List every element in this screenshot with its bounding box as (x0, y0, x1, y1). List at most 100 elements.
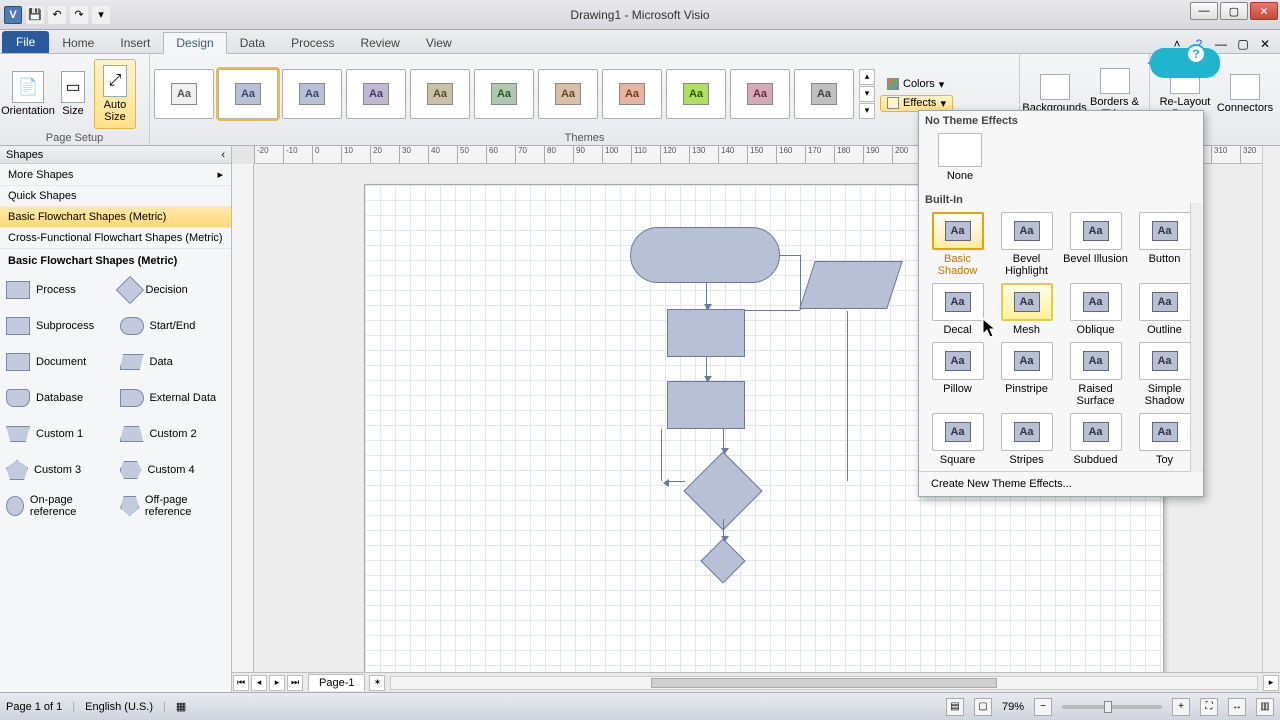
tab-review[interactable]: Review (347, 31, 412, 53)
minimize-button[interactable]: — (1190, 2, 1218, 20)
mdi-close-icon[interactable]: ✕ (1256, 35, 1274, 53)
theme-swatch-10[interactable]: Aa (794, 69, 854, 119)
redo-icon[interactable]: ↷ (70, 6, 88, 24)
shape-process[interactable]: Process (6, 273, 112, 307)
zoom-value[interactable]: 79% (1002, 701, 1024, 713)
fit-width-icon[interactable]: ↔ (1228, 698, 1246, 716)
connector-6a[interactable] (847, 311, 848, 481)
tab-data[interactable]: Data (227, 31, 278, 53)
collapse-icon[interactable]: ‹ (221, 149, 225, 161)
next-page-icon[interactable]: ▸ (269, 675, 285, 691)
effect-pinstripe[interactable]: AaPinstripe (994, 342, 1059, 407)
zoom-slider[interactable] (1062, 705, 1162, 709)
quick-shapes-item[interactable]: Quick Shapes (0, 186, 231, 207)
connector-7[interactable] (665, 481, 685, 482)
connector-2[interactable] (706, 357, 707, 381)
more-shapes-item[interactable]: More Shapes▸ (0, 164, 231, 186)
basic-flowchart-stencil-item[interactable]: Basic Flowchart Shapes (Metric) (0, 207, 231, 228)
connector-5b[interactable] (800, 255, 801, 310)
mdi-restore-icon[interactable]: ▢ (1234, 35, 1252, 53)
theme-swatch-7[interactable]: Aa (602, 69, 662, 119)
maximize-button[interactable]: ▢ (1220, 2, 1248, 20)
theme-swatch-3[interactable]: Aa (346, 69, 406, 119)
connector-1[interactable] (706, 283, 707, 309)
first-page-icon[interactable]: ⏮ (233, 675, 249, 691)
horizontal-scrollbar[interactable] (390, 676, 1258, 690)
effect-subdued[interactable]: AaSubdued (1063, 413, 1128, 466)
effect-pillow[interactable]: AaPillow (925, 342, 990, 407)
prev-page-icon[interactable]: ◂ (251, 675, 267, 691)
last-page-icon[interactable]: ⏭ (287, 675, 303, 691)
tab-home[interactable]: Home (49, 31, 107, 53)
effect-toy[interactable]: AaToy (1132, 413, 1197, 466)
effect-square[interactable]: AaSquare (925, 413, 990, 466)
effect-stripes[interactable]: AaStripes (994, 413, 1059, 466)
effect-mesh[interactable]: AaMesh (994, 283, 1059, 336)
effect-none[interactable]: None (919, 129, 993, 190)
theme-scroll-down-icon[interactable]: ▾ (859, 86, 875, 102)
shape-database[interactable]: Database (6, 381, 112, 415)
scroll-right-icon[interactable]: ▸ (1263, 675, 1279, 691)
shape-data[interactable]: Data (120, 345, 226, 379)
tab-view[interactable]: View (413, 31, 465, 53)
canvas-process-2[interactable] (667, 381, 745, 429)
theme-swatch-1[interactable]: Aa (218, 69, 278, 119)
tab-design[interactable]: Design (163, 32, 226, 54)
auto-size-button[interactable]: ⤢Auto Size (94, 59, 136, 129)
effect-bevel-highlight[interactable]: AaBevel Highlight (994, 212, 1059, 277)
connectors-button[interactable]: Connectors (1216, 74, 1274, 114)
connector-3[interactable] (723, 429, 724, 453)
shape-custom1[interactable]: Custom 1 (6, 417, 112, 451)
connector-5c[interactable] (745, 310, 800, 311)
backgrounds-button[interactable]: Backgrounds (1026, 74, 1084, 114)
connector-4[interactable] (723, 519, 724, 541)
effects-scrollbar[interactable] (1190, 203, 1202, 472)
effect-oblique[interactable]: AaOblique (1063, 283, 1128, 336)
shapes-panel-header[interactable]: Shapes‹ (0, 146, 231, 164)
effect-raised-surface[interactable]: AaRaised Surface (1063, 342, 1128, 407)
shape-document[interactable]: Document (6, 345, 112, 379)
shape-subprocess[interactable]: Subprocess (6, 309, 112, 343)
shape-startend[interactable]: Start/End (120, 309, 226, 343)
shape-custom4[interactable]: Custom 4 (120, 453, 226, 487)
page-tab-1[interactable]: Page-1 (308, 674, 365, 691)
effect-button[interactable]: AaButton (1132, 212, 1197, 277)
create-new-effects[interactable]: Create New Theme Effects... (919, 471, 1203, 496)
shape-offpage-ref[interactable]: Off-page reference (120, 489, 226, 523)
switch-windows-icon[interactable]: ▥ (1256, 698, 1274, 716)
theme-swatch-4[interactable]: Aa (410, 69, 470, 119)
theme-swatch-9[interactable]: Aa (730, 69, 790, 119)
view-full-icon[interactable]: ▢ (974, 698, 992, 716)
qat-more-icon[interactable]: ▾ (92, 6, 110, 24)
tab-file[interactable]: File (2, 31, 49, 53)
shape-custom3[interactable]: Custom 3 (6, 453, 112, 487)
fit-page-icon[interactable]: ⛶ (1200, 698, 1218, 716)
theme-swatch-8[interactable]: Aa (666, 69, 726, 119)
colors-button[interactable]: Colors▾ (880, 76, 953, 93)
effect-outline[interactable]: AaOutline (1132, 283, 1197, 336)
tab-insert[interactable]: Insert (107, 31, 163, 53)
cross-functional-stencil-item[interactable]: Cross-Functional Flowchart Shapes (Metri… (0, 228, 231, 249)
new-page-icon[interactable]: ✶ (369, 675, 385, 691)
canvas-terminator-shape[interactable] (630, 227, 780, 283)
theme-swatch-0[interactable]: Aa (154, 69, 214, 119)
undo-icon[interactable]: ↶ (48, 6, 66, 24)
save-icon[interactable]: 💾 (26, 6, 44, 24)
theme-swatch-5[interactable]: Aa (474, 69, 534, 119)
effect-decal[interactable]: AaDecal (925, 283, 990, 336)
theme-scroll-up-icon[interactable]: ▴ (859, 69, 875, 85)
zoom-out-icon[interactable]: − (1034, 698, 1052, 716)
visio-app-icon[interactable]: V (4, 6, 22, 24)
theme-more-icon[interactable]: ▾ (859, 103, 875, 119)
theme-swatch-6[interactable]: Aa (538, 69, 598, 119)
canvas-data-shape[interactable] (799, 261, 903, 309)
tab-process[interactable]: Process (278, 31, 347, 53)
size-button[interactable]: ▭Size (54, 59, 92, 129)
orientation-button[interactable]: 📄Orientation (4, 59, 52, 129)
shape-external-data[interactable]: External Data (120, 381, 226, 415)
shape-onpage-ref[interactable]: On-page reference (6, 489, 112, 523)
canvas-process-1[interactable] (667, 309, 745, 357)
close-button[interactable]: ✕ (1250, 2, 1278, 20)
view-normal-icon[interactable]: ▤ (946, 698, 964, 716)
effect-bevel-illusion[interactable]: AaBevel Illusion (1063, 212, 1128, 277)
